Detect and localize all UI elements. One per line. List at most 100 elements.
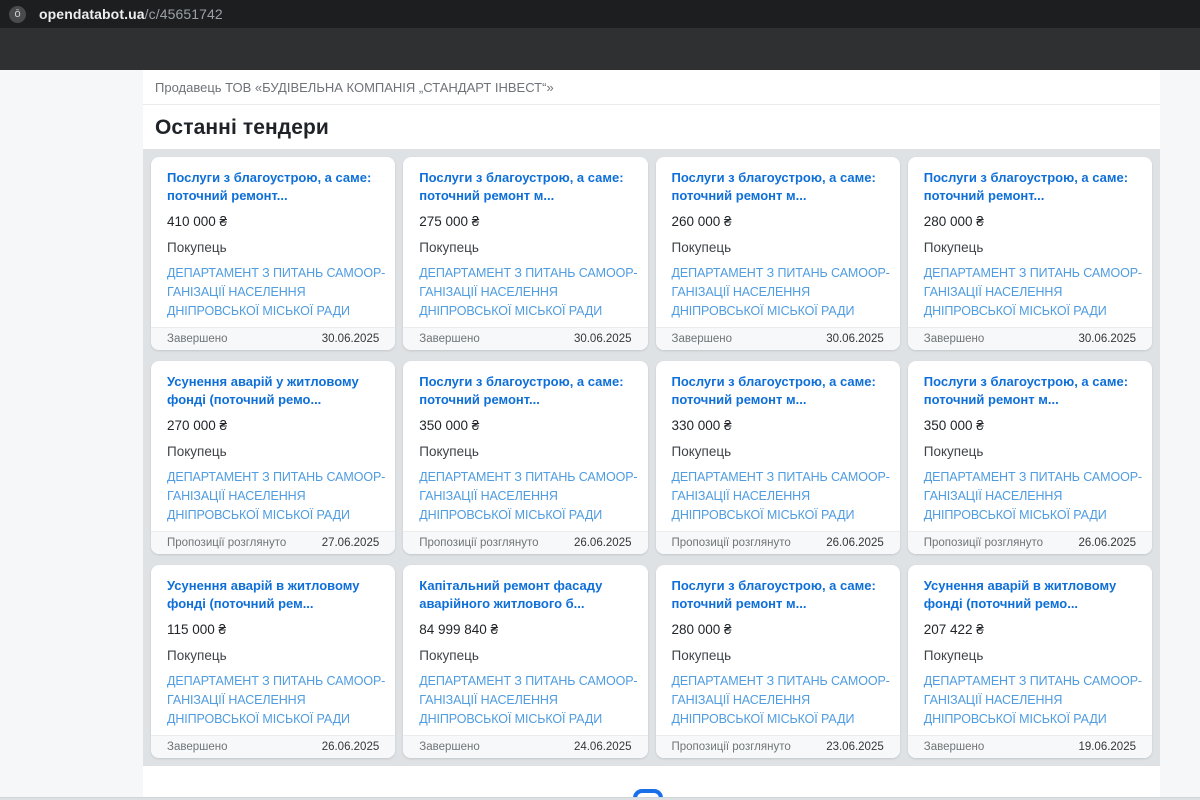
- tender-card: Послуги з благоустрою, а саме: поточний …: [403, 157, 647, 350]
- tender-date: 30.06.2025: [826, 333, 884, 345]
- tender-title-link[interactable]: Капітальний ремонт фасаду аварійного жит…: [419, 577, 631, 613]
- tender-status: Пропозиції розглянуто: [672, 741, 791, 753]
- tender-price: 280 000 ₴: [672, 622, 884, 637]
- buyer-link[interactable]: ДЕПАРТАМЕНТ З ПИТАНЬ САМООР- ГАНІЗАЦІЇ Н…: [419, 264, 631, 321]
- tender-title-link[interactable]: Послуги з благоустрою, а саме: поточний …: [419, 373, 631, 409]
- buyer-label: Покупець: [167, 444, 379, 459]
- buyer-link[interactable]: ДЕПАРТАМЕНТ З ПИТАНЬ САМООР- ГАНІЗАЦІЇ Н…: [924, 264, 1136, 321]
- tender-price: 350 000 ₴: [924, 418, 1136, 433]
- tender-date: 23.06.2025: [826, 741, 884, 753]
- tender-title-link[interactable]: Послуги з благоустрою, а саме: поточний …: [672, 373, 884, 409]
- tender-card: Послуги з благоустрою, а саме: поточний …: [656, 565, 900, 758]
- site-favicon-icon: ō: [9, 6, 26, 23]
- section-header: Останні тендери: [143, 105, 1160, 149]
- buyer-label: Покупець: [924, 648, 1136, 663]
- buyer-label: Покупець: [672, 240, 884, 255]
- tender-title-link[interactable]: Усунення аварій в житловому фонді (поточ…: [167, 577, 379, 613]
- page-background: Продавець ТОВ «БУДІВЕЛЬНА КОМПАНІЯ „СТАН…: [0, 70, 1200, 800]
- buyer-label: Покупець: [672, 444, 884, 459]
- tender-title-link[interactable]: Послуги з благоустрою, а саме: поточний …: [672, 577, 884, 613]
- tender-title-link[interactable]: Усунення аварій у житловому фонді (поточ…: [167, 373, 379, 409]
- tender-status: Завершено: [419, 333, 479, 345]
- tender-card: Послуги з благоустрою, а саме: поточний …: [656, 361, 900, 554]
- tender-card: Послуги з благоустрою, а саме: поточний …: [908, 157, 1152, 350]
- buyer-link[interactable]: ДЕПАРТАМЕНТ З ПИТАНЬ САМООР- ГАНІЗАЦІЇ Н…: [924, 672, 1136, 729]
- buyer-link[interactable]: ДЕПАРТАМЕНТ З ПИТАНЬ САМООР- ГАНІЗАЦІЇ Н…: [924, 468, 1136, 525]
- tender-date: 26.06.2025: [826, 537, 884, 549]
- seller-line: Продавець ТОВ «БУДІВЕЛЬНА КОМПАНІЯ „СТАН…: [155, 80, 554, 95]
- tender-status: Завершено: [924, 333, 984, 345]
- tender-card: Послуги з благоустрою, а саме: поточний …: [656, 157, 900, 350]
- tender-status: Пропозиції розглянуто: [672, 537, 791, 549]
- tender-status: Завершено: [672, 333, 732, 345]
- tender-date: 27.06.2025: [322, 537, 380, 549]
- tender-price: 270 000 ₴: [167, 418, 379, 433]
- tender-price: 84 999 840 ₴: [419, 622, 631, 637]
- tender-card-footer: Пропозиції розглянуто 27.06.2025: [151, 531, 395, 554]
- url-path: /c/45651742: [145, 6, 223, 22]
- buyer-label: Покупець: [167, 648, 379, 663]
- tender-status: Завершено: [419, 741, 479, 753]
- tender-date: 30.06.2025: [574, 333, 632, 345]
- tender-date: 26.06.2025: [322, 741, 380, 753]
- site-header-band: [0, 28, 1200, 70]
- tender-price: 410 000 ₴: [167, 214, 379, 229]
- tender-status: Завершено: [167, 333, 227, 345]
- buyer-link[interactable]: ДЕПАРТАМЕНТ З ПИТАНЬ САМООР- ГАНІЗАЦІЇ Н…: [167, 264, 379, 321]
- tender-price: 350 000 ₴: [419, 418, 631, 433]
- tender-card: Усунення аварій в житловому фонді (поточ…: [908, 565, 1152, 758]
- tender-title-link[interactable]: Усунення аварій в житловому фонді (поточ…: [924, 577, 1136, 613]
- tender-cards-grid: Послуги з благоустрою, а саме: поточний …: [143, 149, 1160, 766]
- tender-date: 24.06.2025: [574, 741, 632, 753]
- tender-date: 26.06.2025: [1078, 537, 1136, 549]
- tender-card-footer: Пропозиції розглянуто 26.06.2025: [908, 531, 1152, 554]
- buyer-label: Покупець: [924, 444, 1136, 459]
- tender-card-footer: Завершено 24.06.2025: [403, 735, 647, 758]
- tender-status: Завершено: [167, 741, 227, 753]
- tender-card-footer: Завершено 30.06.2025: [656, 327, 900, 350]
- tender-card-footer: Пропозиції розглянуто 26.06.2025: [403, 531, 647, 554]
- tender-title-link[interactable]: Послуги з благоустрою, а саме: поточний …: [419, 169, 631, 205]
- buyer-link[interactable]: ДЕПАРТАМЕНТ З ПИТАНЬ САМООР- ГАНІЗАЦІЇ Н…: [167, 672, 379, 729]
- url-domain: opendatabot.ua: [39, 6, 145, 22]
- tender-date: 30.06.2025: [322, 333, 380, 345]
- buyer-link[interactable]: ДЕПАРТАМЕНТ З ПИТАНЬ САМООР- ГАНІЗАЦІЇ Н…: [672, 672, 884, 729]
- tender-price: 207 422 ₴: [924, 622, 1136, 637]
- buyer-link[interactable]: ДЕПАРТАМЕНТ З ПИТАНЬ САМООР- ГАНІЗАЦІЇ Н…: [672, 264, 884, 321]
- tender-card: Усунення аварій в житловому фонді (поточ…: [151, 565, 395, 758]
- buyer-link[interactable]: ДЕПАРТАМЕНТ З ПИТАНЬ САМООР- ГАНІЗАЦІЇ Н…: [672, 468, 884, 525]
- buyer-label: Покупець: [672, 648, 884, 663]
- tender-status: Пропозиції розглянуто: [924, 537, 1043, 549]
- tender-card-footer: Завершено 30.06.2025: [403, 327, 647, 350]
- tender-card-footer: Завершено 30.06.2025: [908, 327, 1152, 350]
- tender-title-link[interactable]: Послуги з благоустрою, а саме: поточний …: [924, 169, 1136, 205]
- buyer-link[interactable]: ДЕПАРТАМЕНТ З ПИТАНЬ САМООР- ГАНІЗАЦІЇ Н…: [167, 468, 379, 525]
- tender-status: Пропозиції розглянуто: [167, 537, 286, 549]
- tender-card: Капітальний ремонт фасаду аварійного жит…: [403, 565, 647, 758]
- tender-price: 330 000 ₴: [672, 418, 884, 433]
- buyer-link[interactable]: ДЕПАРТАМЕНТ З ПИТАНЬ САМООР- ГАНІЗАЦІЇ Н…: [419, 468, 631, 525]
- tender-title-link[interactable]: Послуги з благоустрою, а саме: поточний …: [924, 373, 1136, 409]
- buyer-label: Покупець: [167, 240, 379, 255]
- tender-card-footer: Пропозиції розглянуто 26.06.2025: [656, 531, 900, 554]
- browser-url-bar[interactable]: ō opendatabot.ua/c/45651742: [0, 0, 1200, 28]
- tender-price: 275 000 ₴: [419, 214, 631, 229]
- buyer-link[interactable]: ДЕПАРТАМЕНТ З ПИТАНЬ САМООР- ГАНІЗАЦІЇ Н…: [419, 672, 631, 729]
- address-url[interactable]: opendatabot.ua/c/45651742: [39, 6, 223, 22]
- tender-title-link[interactable]: Послуги з благоустрою, а саме: поточний …: [167, 169, 379, 205]
- tender-date: 30.06.2025: [1078, 333, 1136, 345]
- tender-card-footer: Пропозиції розглянуто 23.06.2025: [656, 735, 900, 758]
- buyer-label: Покупець: [924, 240, 1136, 255]
- tender-card: Послуги з благоустрою, а саме: поточний …: [151, 157, 395, 350]
- buyer-label: Покупець: [419, 444, 631, 459]
- seller-row: Продавець ТОВ «БУДІВЕЛЬНА КОМПАНІЯ „СТАН…: [143, 70, 1160, 105]
- tender-card: Послуги з благоустрою, а саме: поточний …: [908, 361, 1152, 554]
- tender-card-footer: Завершено 30.06.2025: [151, 327, 395, 350]
- tender-title-link[interactable]: Послуги з благоустрою, а саме: поточний …: [672, 169, 884, 205]
- tender-price: 280 000 ₴: [924, 214, 1136, 229]
- tender-status: Пропозиції розглянуто: [419, 537, 538, 549]
- buyer-label: Покупець: [419, 648, 631, 663]
- tender-date: 26.06.2025: [574, 537, 632, 549]
- tender-status: Завершено: [924, 741, 984, 753]
- tender-card-footer: Завершено 19.06.2025: [908, 735, 1152, 758]
